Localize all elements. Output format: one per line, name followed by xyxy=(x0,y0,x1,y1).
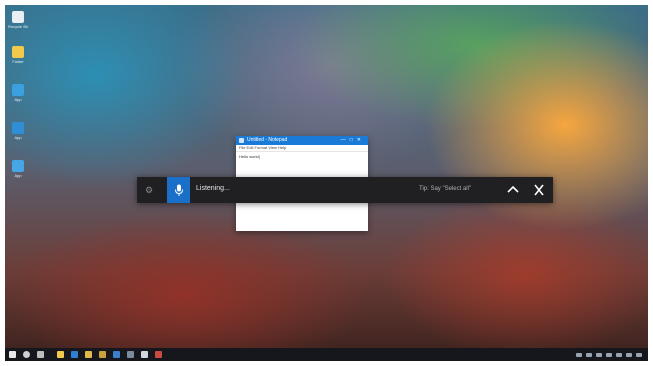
file-explorer-icon[interactable] xyxy=(57,351,64,358)
recycle-bin-icon xyxy=(12,11,24,23)
dictation-status: Listening... xyxy=(196,185,230,192)
tray-icon[interactable] xyxy=(576,352,582,357)
window-controls[interactable]: —□✕ xyxy=(341,137,365,143)
dictation-tip: Tip: Say "Select all" xyxy=(419,186,472,192)
chevron-up-icon[interactable] xyxy=(506,182,520,198)
desktop-screen: Recycle Bin Folder App App App Untitled … xyxy=(5,5,648,361)
app-icon-1[interactable] xyxy=(113,351,120,358)
app-icon-3[interactable] xyxy=(141,351,148,358)
start-button[interactable] xyxy=(9,351,16,358)
desktop-icon-app-1[interactable]: App xyxy=(8,84,28,102)
dictation-toolbar: ⚙ Listening... Tip: Say "Select all" xyxy=(137,177,553,203)
notepad-title-bar[interactable]: Untitled - Notepad —□✕ xyxy=(236,136,368,145)
desktop-icon-folder[interactable]: Folder xyxy=(8,46,28,64)
taskbar xyxy=(5,348,648,361)
keyboard-icon[interactable] xyxy=(626,352,632,357)
mail-icon[interactable] xyxy=(99,351,106,358)
notification-icon[interactable] xyxy=(636,352,642,357)
desktop-icon-recycle-bin[interactable]: Recycle Bin xyxy=(8,11,28,29)
microphone-button[interactable] xyxy=(167,177,190,203)
app-icon-2[interactable] xyxy=(127,351,134,358)
app-icon-blue-1 xyxy=(12,84,24,96)
app-icon-4[interactable] xyxy=(155,351,162,358)
task-view-icon[interactable] xyxy=(37,351,44,358)
notepad-text-area[interactable]: Hello world| xyxy=(236,152,368,161)
close-icon[interactable] xyxy=(532,182,546,198)
desktop-icon-app-3[interactable]: App xyxy=(8,160,28,178)
desktop-icon-app-2[interactable]: App xyxy=(8,122,28,140)
tray-icon[interactable] xyxy=(596,352,602,357)
tray-icon[interactable] xyxy=(586,352,592,357)
notepad-icon xyxy=(239,138,244,143)
edge-icon[interactable] xyxy=(71,351,78,358)
network-icon[interactable] xyxy=(606,352,612,357)
microphone-icon xyxy=(174,184,183,196)
volume-icon[interactable] xyxy=(616,352,622,357)
system-tray[interactable] xyxy=(576,351,642,358)
app-icon-blue-2 xyxy=(12,122,24,134)
store-icon[interactable] xyxy=(85,351,92,358)
notepad-title: Untitled - Notepad xyxy=(247,137,288,143)
search-icon[interactable] xyxy=(23,351,30,358)
gear-icon[interactable]: ⚙ xyxy=(145,185,153,195)
app-icon-blue-3 xyxy=(12,160,24,172)
notepad-menu-bar[interactable]: File Edit Format View Help xyxy=(236,145,368,152)
folder-icon xyxy=(12,46,24,58)
